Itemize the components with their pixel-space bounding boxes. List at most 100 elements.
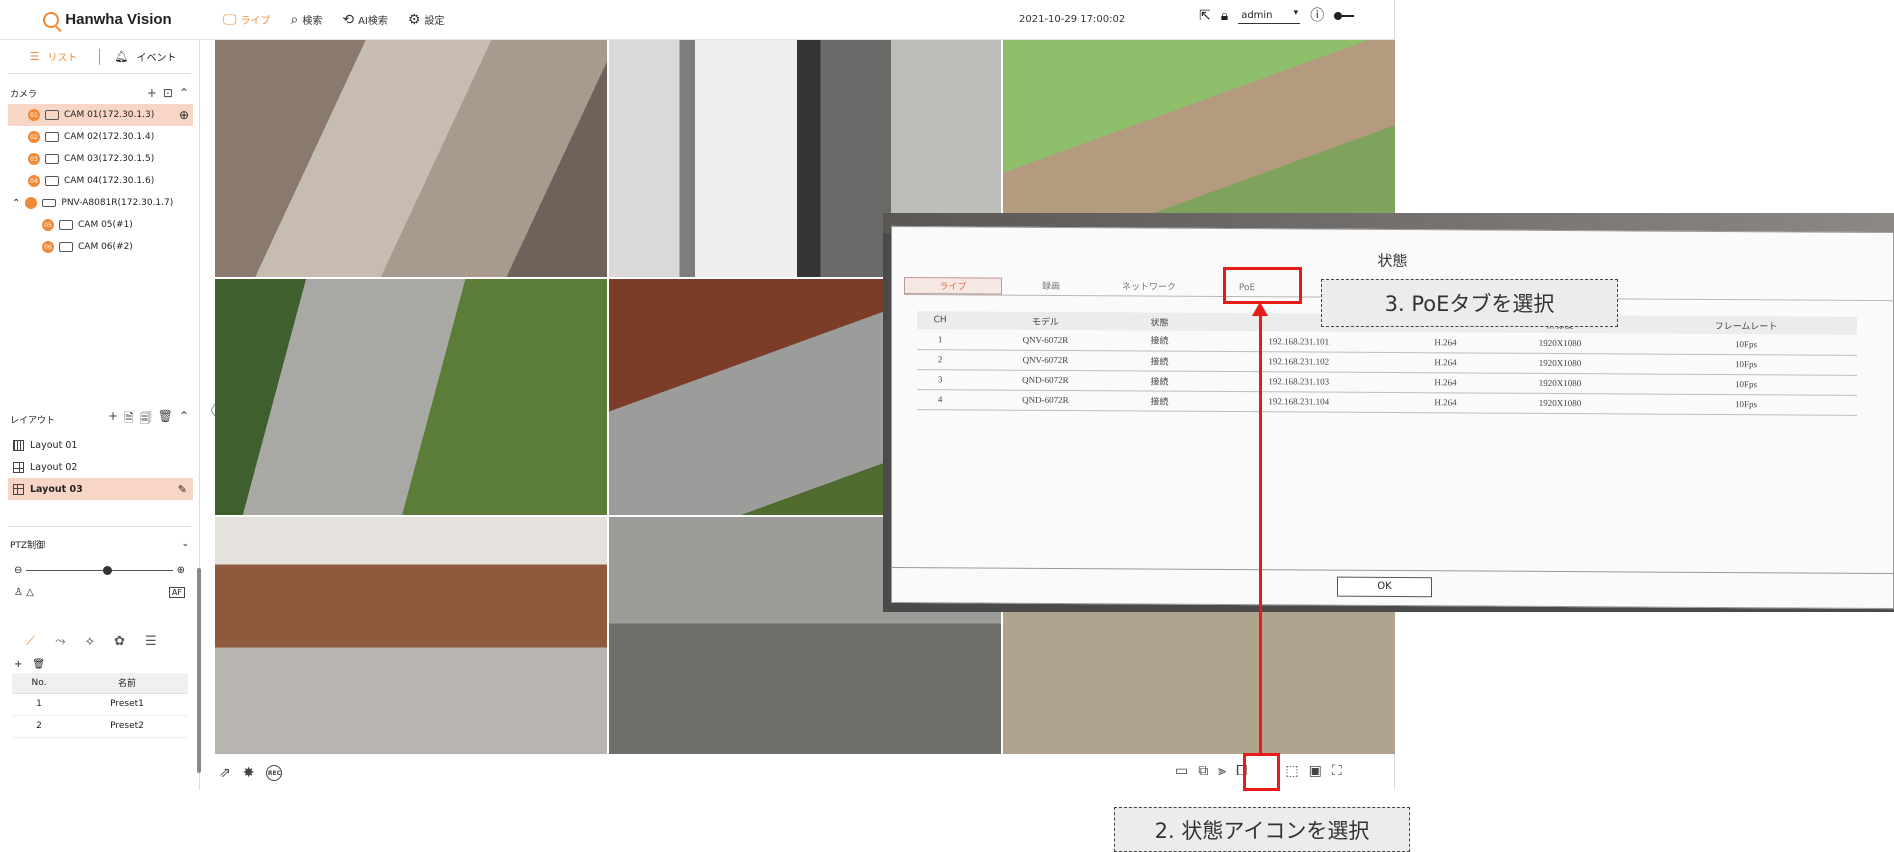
zoom-slider[interactable]: ⊖ ⊕	[0, 559, 199, 581]
trace-icon[interactable]: ☰	[145, 634, 157, 649]
layout-grid-icon	[13, 483, 24, 495]
camera-item[interactable]: 06 CAM 06(#2)	[0, 236, 199, 258]
camera-item[interactable]: 04 CAM 04(172.30.1.6)	[0, 170, 199, 192]
camera-icon	[45, 110, 59, 120]
person-icon[interactable]: ♙ △	[14, 587, 34, 598]
tab-network[interactable]: ネットワーク	[1100, 278, 1198, 296]
event-icon[interactable]: ✸	[243, 765, 255, 781]
status-icon-highlight	[1243, 753, 1280, 791]
camera-icon	[45, 176, 59, 186]
camera-item[interactable]: 05 CAM 05(#1)	[0, 214, 199, 236]
nvr-device-icon	[42, 199, 57, 207]
column-header: No.	[12, 673, 66, 694]
table-row[interactable]: 1 Preset1	[12, 693, 188, 716]
stats-icon[interactable]: ⫸	[1218, 763, 1226, 779]
step2-callout: 2. 状態アイコンを選択	[1114, 807, 1410, 852]
top-bar: Hanwha Vision 🖵 ライブ ⌕ 検索 ⟲ AI検索 ⚙ 設定 202…	[0, 0, 1395, 40]
poe-tab-highlight	[1223, 267, 1302, 304]
tab-event[interactable]: 🔔︎ イベント	[100, 49, 191, 64]
nav-settings[interactable]: ⚙ 設定	[407, 11, 445, 28]
main-nav: 🖵 ライブ ⌕ 検索 ⟲ AI検索 ⚙ 設定	[223, 11, 445, 28]
add-preset-icon[interactable]: +	[14, 659, 22, 670]
pointer-arrow-line	[1259, 313, 1262, 755]
nav-live[interactable]: 🖵 ライブ	[223, 11, 271, 28]
info-icon[interactable]: ▭	[1175, 763, 1188, 779]
add-layout-icon[interactable]: +	[108, 409, 118, 430]
expand-chevron-icon[interactable]: ⌃	[12, 198, 20, 209]
user-select[interactable]: admin	[1238, 8, 1301, 24]
tab-list[interactable]: ☰ リスト	[8, 49, 99, 64]
tab-recording[interactable]: 録画	[1002, 278, 1100, 296]
edit-pencil-icon[interactable]: ✎	[178, 483, 187, 496]
ptz-extra-tools: ♙ △ AF	[0, 581, 199, 603]
camera-item[interactable]: 01 CAM 01(172.30.1.3) ⊕	[8, 104, 193, 126]
ok-button[interactable]: OK	[1337, 576, 1432, 598]
add-camera-icon[interactable]: +	[147, 86, 157, 100]
monitor-icon: 🖵	[223, 11, 237, 28]
camera-settings-icon[interactable]: ⊡	[163, 86, 173, 100]
preset-icon[interactable]: ⟋	[26, 634, 35, 649]
step3-callout: 3. PoEタブを選択	[1321, 279, 1618, 327]
column-header: モデル	[963, 311, 1128, 331]
autofocus-icon[interactable]: AF	[168, 586, 185, 598]
zoom-track[interactable]	[26, 565, 173, 575]
zoom-in-icon[interactable]: ⊕	[177, 565, 185, 576]
save-as-icon[interactable]: 🗐	[140, 409, 152, 430]
group-icon[interactable]: ⟡	[86, 634, 95, 649]
nvr-badge	[25, 197, 38, 209]
dialog-title: 状態	[1377, 251, 1408, 271]
divider	[892, 566, 1893, 575]
camera-item[interactable]: 02 CAM 02(172.30.1.4)	[0, 126, 199, 148]
rec-icon[interactable]: REC	[266, 765, 283, 781]
ptz-section-header[interactable]: PTZ制御 ⌄	[0, 533, 199, 555]
gear-icon: ⚙	[407, 11, 421, 28]
layout-item[interactable]: Layout 03 ✎	[8, 478, 193, 500]
save-layout-icon[interactable]: 🗎	[124, 409, 134, 430]
logout-toggle-icon[interactable]	[1334, 11, 1355, 21]
camera-icon	[45, 154, 59, 164]
nav-ai-search[interactable]: ⟲ AI検索	[342, 12, 388, 28]
chevron-down-icon[interactable]: ⌄	[181, 539, 189, 549]
camera-status-icon[interactable]: ⧉	[1198, 763, 1208, 779]
globe-icon[interactable]: ⊕	[179, 108, 189, 122]
tour-icon[interactable]: ✿	[114, 634, 125, 649]
camera-item[interactable]: 03 CAM 03(172.30.1.5)	[0, 148, 199, 170]
select-all-icon[interactable]: ⬚	[1285, 763, 1298, 779]
trash-icon[interactable]: 🗑	[158, 409, 173, 430]
channel-badge: 05	[42, 219, 54, 231]
collapse-up-icon[interactable]: ⌃	[179, 86, 189, 100]
top-right-tools: ⇱ 🔒︎ admin ⓘ	[1199, 8, 1355, 24]
swing-icon[interactable]: ⤳	[55, 634, 65, 649]
video-tile[interactable]	[215, 40, 607, 277]
column-header: 名前	[65, 673, 188, 694]
lock-icon[interactable]: 🔒︎	[1221, 9, 1228, 23]
nvr-item[interactable]: ⌃ PNV-A8081R(172.30.1.7)	[0, 192, 199, 214]
channel-badge: 03	[28, 153, 40, 165]
help-icon[interactable]: ⓘ	[1310, 9, 1324, 23]
preset-table: No. 名前 1 Preset1 2 Preset2	[12, 673, 188, 738]
channel-badge: 04	[28, 175, 40, 187]
current-datetime: 2021-10-29 17:00:02	[1019, 14, 1126, 25]
table-row[interactable]: 2 Preset2	[12, 715, 188, 738]
aspect-ratio-icon[interactable]: ▣	[1309, 763, 1322, 779]
nav-search[interactable]: ⌕ 検索	[291, 12, 323, 28]
video-tile[interactable]	[215, 517, 607, 754]
zoom-thumb[interactable]	[102, 565, 112, 575]
camera-icon	[59, 242, 73, 252]
popup-icon[interactable]: ⇗	[219, 765, 231, 781]
tab-live[interactable]: ライブ	[904, 277, 1002, 295]
channel-badge: 02	[28, 131, 40, 143]
video-tile[interactable]	[215, 278, 607, 516]
column-header: CH	[917, 311, 964, 330]
list-icon: ☰	[29, 50, 40, 63]
layout-item[interactable]: Layout 02	[0, 456, 199, 478]
layout-item[interactable]: Layout 01	[0, 434, 199, 456]
camera-icon	[45, 132, 59, 142]
trash-icon[interactable]: 🗑	[32, 659, 45, 670]
sidebar: ☰ リスト 🔔︎ イベント カメラ + ⊡ ⌃ 01 CAM 01(172.30…	[0, 40, 200, 790]
fullscreen-icon[interactable]: ⛶	[1332, 763, 1342, 779]
event-alert-icon[interactable]: ⇱	[1199, 9, 1211, 23]
zoom-out-icon[interactable]: ⊖	[14, 565, 22, 576]
sidebar-scrollbar[interactable]	[197, 568, 201, 773]
collapse-up-icon[interactable]: ⌃	[179, 409, 189, 430]
